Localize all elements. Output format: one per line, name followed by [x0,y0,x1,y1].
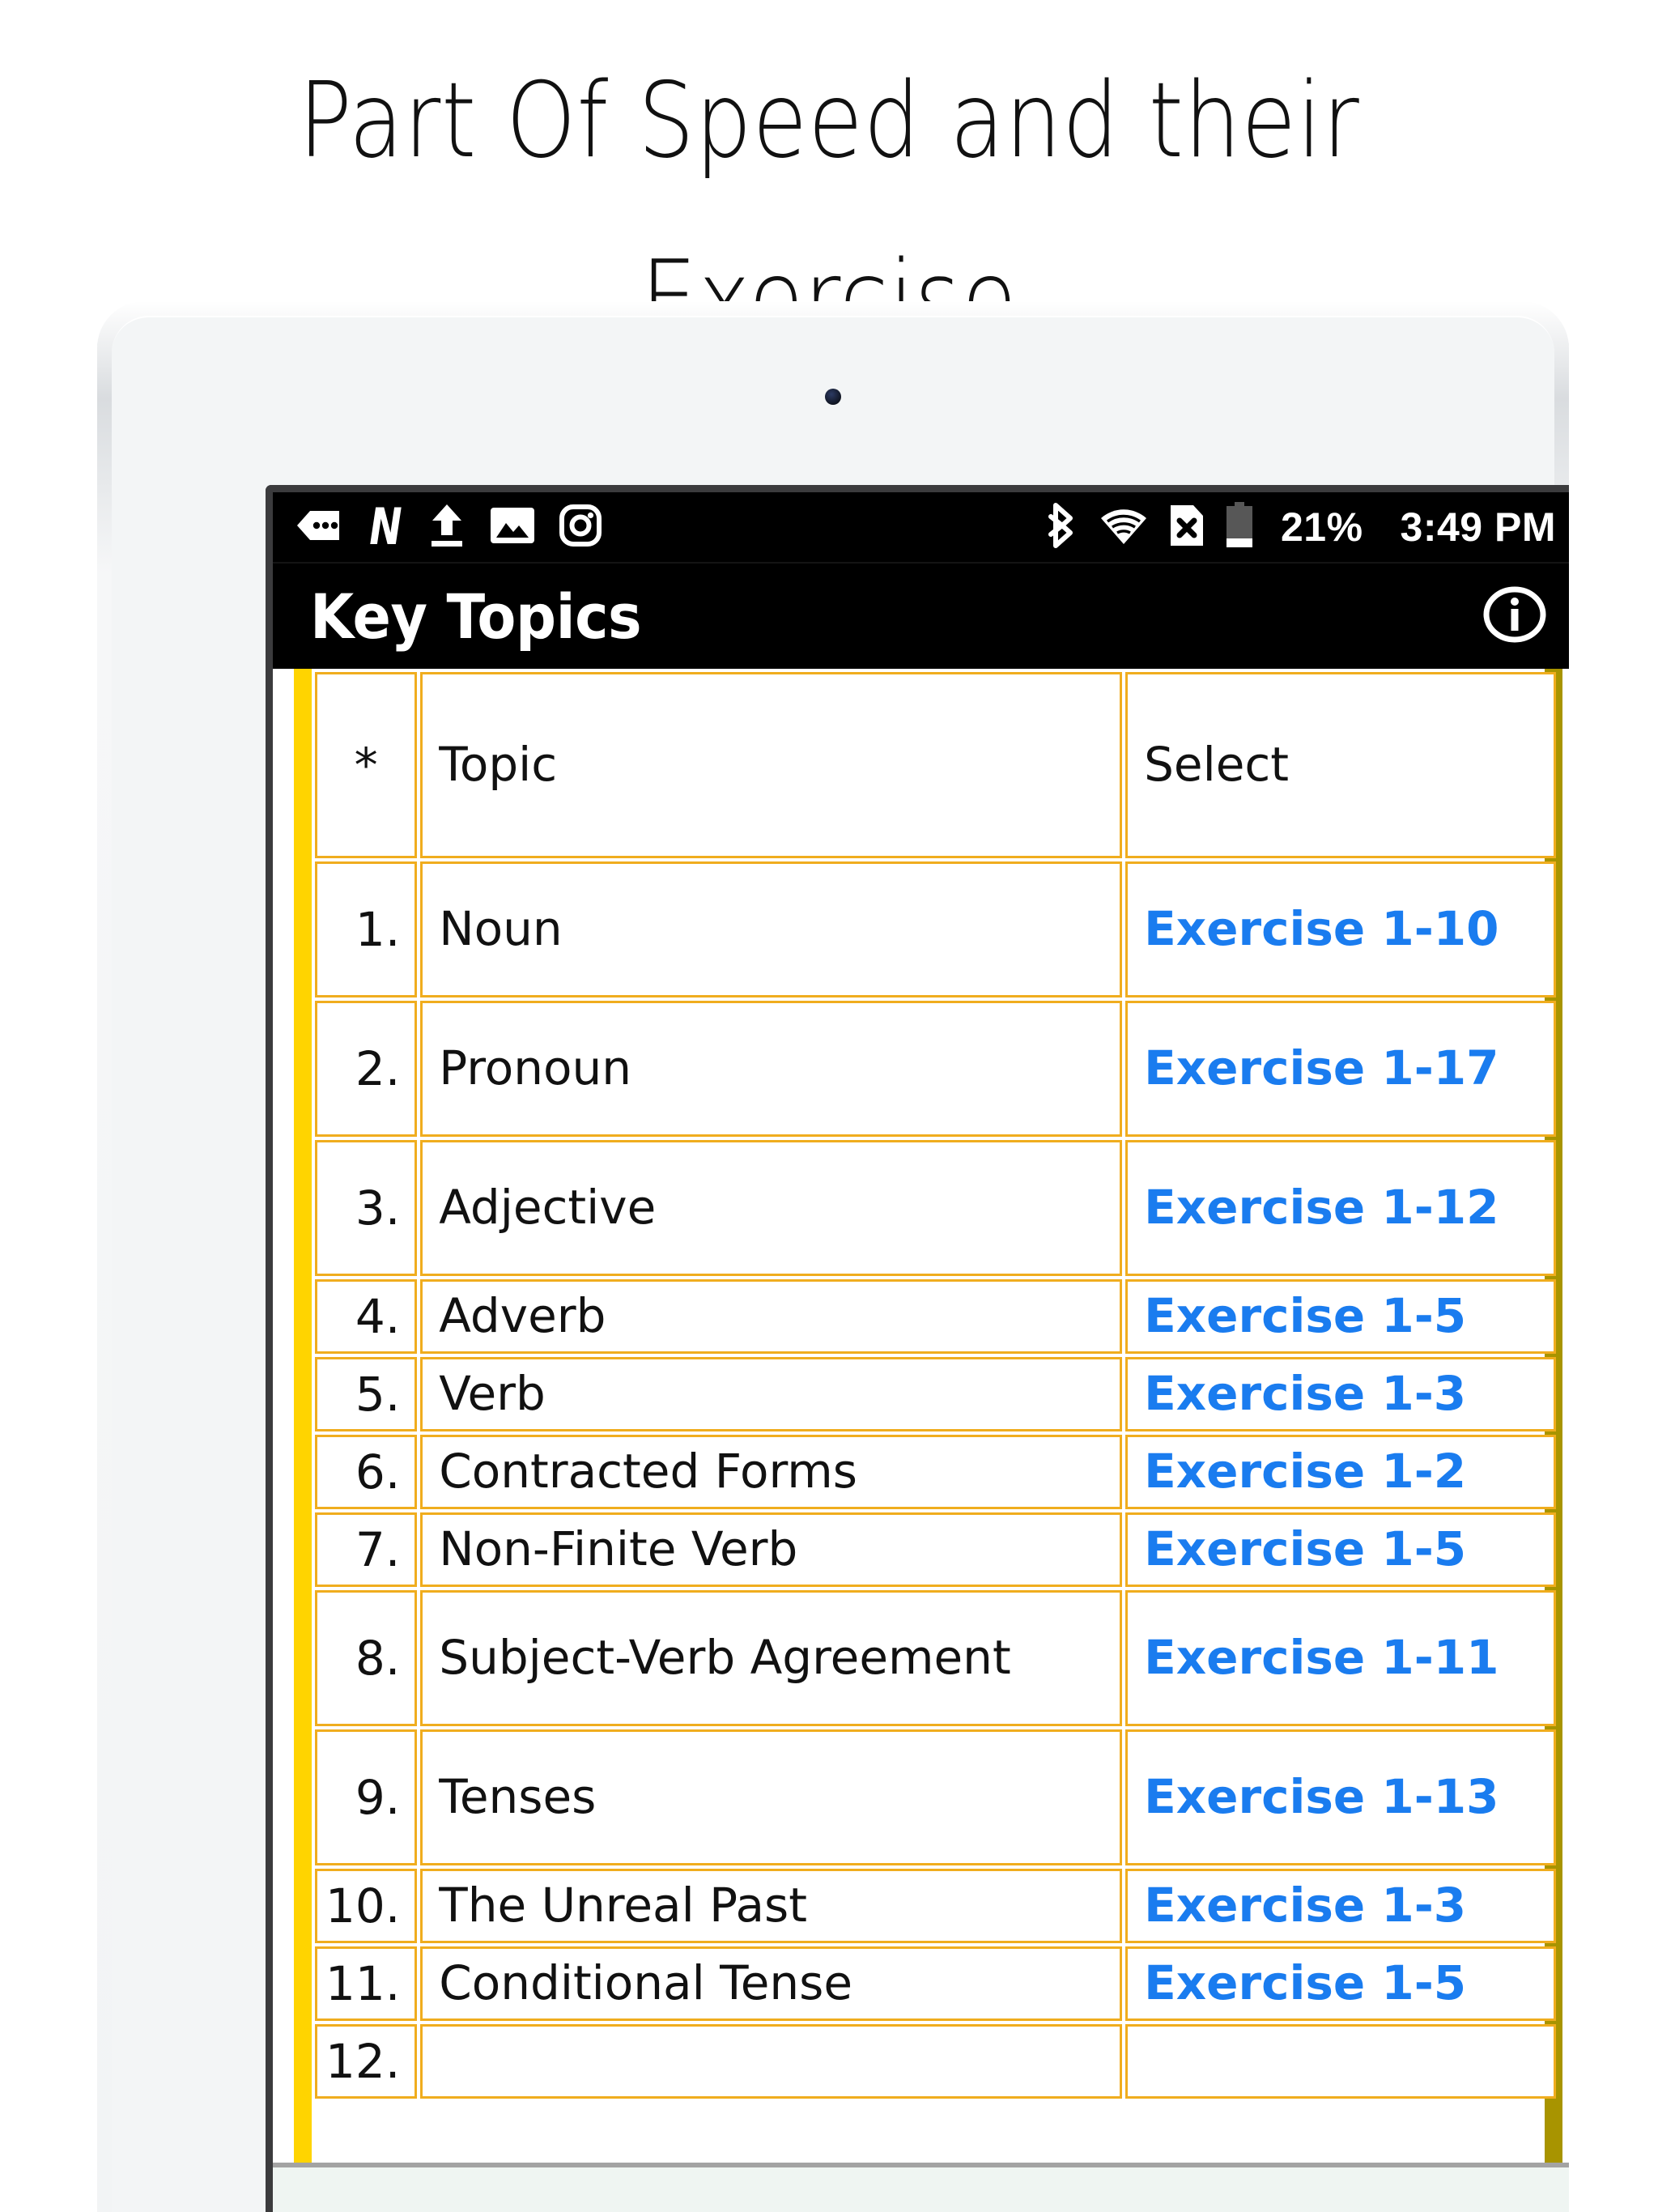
header-cell-index: * [315,672,418,858]
exercise-link[interactable]: Exercise 1-5 [1144,1521,1466,1576]
exercise-link[interactable]: Exercise 1-2 [1144,1444,1466,1499]
exercise-link[interactable]: Exercise 1-10 [1144,901,1499,956]
row-select-cell[interactable] [1125,2024,1556,2099]
exercise-link[interactable]: Exercise 1-5 [1144,1955,1466,2010]
table-left-rail [294,669,312,2163]
exercise-link[interactable]: Exercise 1-13 [1144,1769,1499,1824]
tablet-device-frame: N 21% 3:49 PM Key Topics * Topic Select … [97,301,1569,2212]
row-select-cell[interactable]: Exercise 1-3 [1125,1869,1556,1943]
row-index: 4. [315,1279,418,1354]
row-index: 3. [315,1140,418,1276]
exercise-link[interactable]: Exercise 1-3 [1144,1878,1466,1933]
exercise-link[interactable]: Exercise 1-11 [1144,1630,1499,1685]
exercise-link[interactable]: Exercise 1-3 [1144,1366,1466,1421]
row-topic: Noun [420,861,1123,998]
status-bar-clock: 3:49 PM [1400,504,1556,550]
row-index: 9. [315,1729,418,1865]
row-topic: Subject-Verb Agreement [420,1590,1123,1726]
no-sim-card-icon [1169,504,1205,551]
row-index: 11. [315,1946,418,2021]
device-screen: N 21% 3:49 PM Key Topics * Topic Select … [266,485,1569,2212]
topics-table: * Topic Select 1. Noun Exercise 1-10 2. … [312,669,1559,2102]
row-index: 1. [315,861,418,998]
row-index: 12. [315,2024,418,2099]
row-index: 7. [315,1512,418,1587]
info-circle-icon[interactable] [1482,581,1548,652]
table-row: 9. Tenses Exercise 1-13 [315,1729,1556,1865]
content-area: * Topic Select 1. Noun Exercise 1-10 2. … [273,669,1569,2212]
row-select-cell[interactable]: Exercise 1-12 [1125,1140,1556,1276]
table-row: 3. Adjective Exercise 1-12 [315,1140,1556,1276]
table-row: 11. Conditional Tense Exercise 1-5 [315,1946,1556,2021]
header-cell-select: Select [1125,672,1556,858]
row-topic: The Unreal Past [420,1869,1123,1943]
row-select-cell[interactable]: Exercise 1-17 [1125,1001,1556,1137]
battery-percent-label: 21% [1280,504,1363,550]
status-bar-system-icons: 21% 3:49 PM [1046,501,1556,553]
row-select-cell[interactable]: Exercise 1-5 [1125,1946,1556,2021]
table-header-row: * Topic Select [315,672,1556,858]
row-select-cell[interactable]: Exercise 1-13 [1125,1729,1556,1865]
row-select-cell[interactable]: Exercise 1-5 [1125,1512,1556,1587]
netflix-icon: N [369,497,402,556]
gallery-image-icon [490,507,535,548]
exercise-link[interactable]: Exercise 1-5 [1144,1288,1466,1343]
row-topic: Conditional Tense [420,1946,1123,2021]
table-row: 8. Subject-Verb Agreement Exercise 1-11 [315,1590,1556,1726]
header-cell-topic: Topic [420,672,1123,858]
table-row: 1. Noun Exercise 1-10 [315,861,1556,998]
upload-icon [428,503,466,552]
row-select-cell[interactable]: Exercise 1-2 [1125,1435,1556,1509]
row-topic: Contracted Forms [420,1435,1123,1509]
notification-more-icon [295,509,341,546]
row-topic: Verb [420,1357,1123,1431]
app-bar: Key Topics [273,562,1569,669]
exercise-link[interactable]: Exercise 1-12 [1144,1180,1499,1235]
row-topic [420,2024,1123,2099]
row-topic: Pronoun [420,1001,1123,1137]
front-camera-icon [825,389,841,405]
row-index: 2. [315,1001,418,1137]
row-select-cell[interactable]: Exercise 1-3 [1125,1357,1556,1431]
table-row: 7. Non-Finite Verb Exercise 1-5 [315,1512,1556,1587]
instagram-camera-icon [559,504,602,551]
bottom-panel [273,2163,1569,2212]
row-topic: Adjective [420,1140,1123,1276]
status-bar: N 21% 3:49 PM [273,492,1569,562]
wifi-icon [1098,505,1150,550]
battery-icon [1224,501,1255,553]
table-row: 2. Pronoun Exercise 1-17 [315,1001,1556,1137]
topics-table-viewport[interactable]: * Topic Select 1. Noun Exercise 1-10 2. … [273,669,1569,2163]
table-row: 5. Verb Exercise 1-3 [315,1357,1556,1431]
row-topic: Tenses [420,1729,1123,1865]
row-select-cell[interactable]: Exercise 1-10 [1125,861,1556,998]
row-index: 10. [315,1869,418,1943]
row-select-cell[interactable]: Exercise 1-5 [1125,1279,1556,1354]
row-select-cell[interactable]: Exercise 1-11 [1125,1590,1556,1726]
row-index: 8. [315,1590,418,1726]
app-bar-title: Key Topics [310,580,642,653]
row-topic: Adverb [420,1279,1123,1354]
table-row: 4. Adverb Exercise 1-5 [315,1279,1556,1354]
bluetooth-icon [1046,502,1078,553]
exercise-link[interactable]: Exercise 1-17 [1144,1040,1499,1095]
table-row: 6. Contracted Forms Exercise 1-2 [315,1435,1556,1509]
row-index: 6. [315,1435,418,1509]
poster-page: Part Of Speed and their Exercise N 21% 3… [0,0,1658,2212]
status-bar-notification-icons: N [295,502,602,552]
table-row-partial: 12. [315,2024,1556,2099]
row-topic: Non-Finite Verb [420,1512,1123,1587]
table-row: 10. The Unreal Past Exercise 1-3 [315,1869,1556,1943]
row-index: 5. [315,1357,418,1431]
